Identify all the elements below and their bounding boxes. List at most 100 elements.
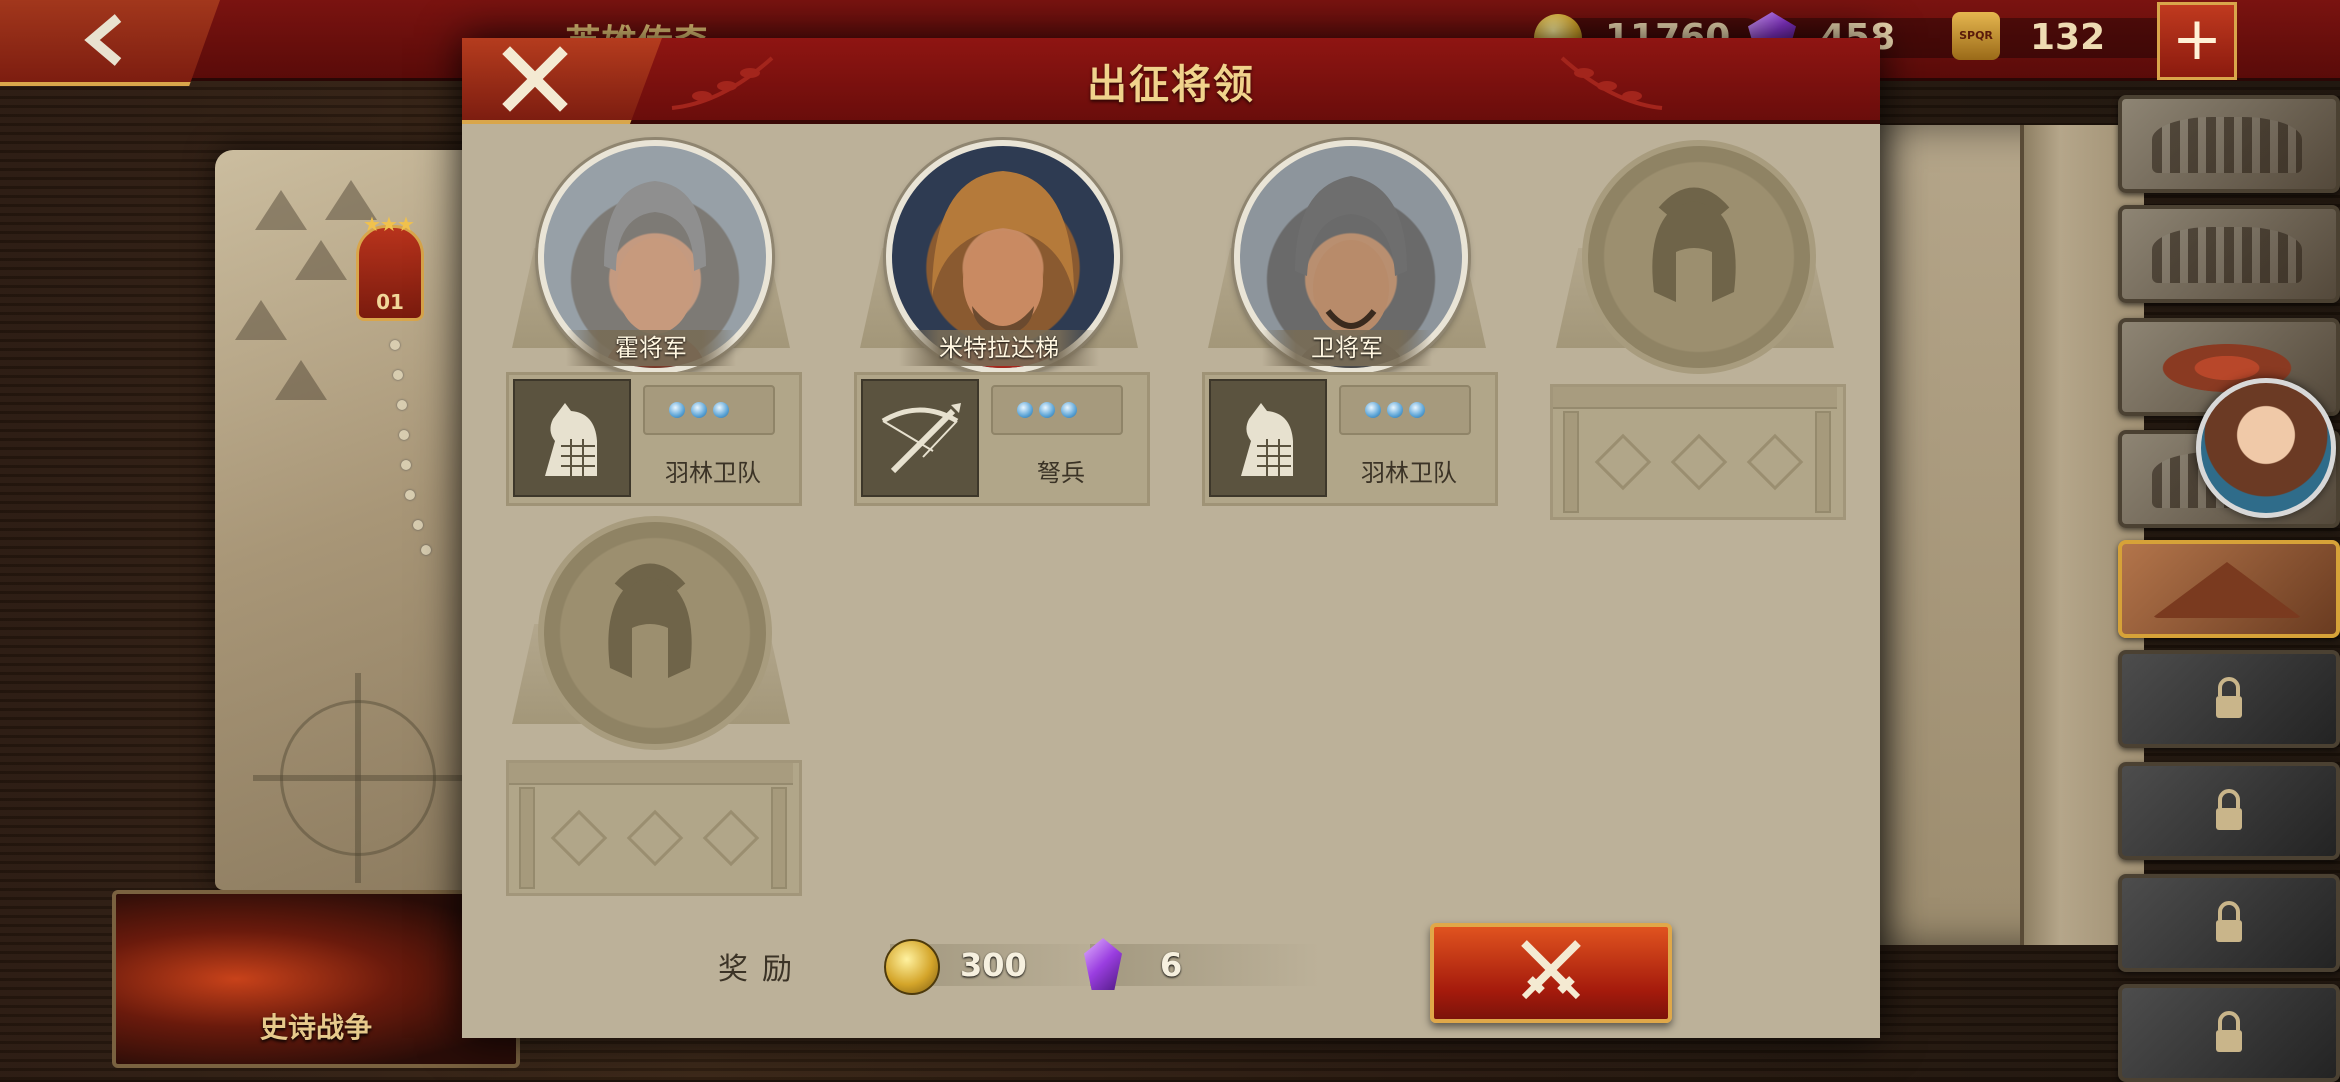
epic-war-button[interactable]: 史诗战争 (112, 890, 520, 1068)
epic-war-label: 史诗战争 (260, 1011, 373, 1044)
close-icon (502, 46, 568, 112)
unit-icon-frame (513, 379, 631, 497)
unit-rank (643, 385, 775, 435)
rank-dot (1365, 402, 1381, 418)
reward-label: 奖励 (718, 952, 806, 987)
hero-slot-1[interactable]: 霍将军 羽林卫队 (506, 140, 802, 520)
empty-portrait (1582, 140, 1816, 374)
rank-dot (669, 402, 685, 418)
unit-icon-frame (861, 379, 979, 497)
horse-icon (545, 403, 597, 476)
map-path-dot (421, 545, 431, 555)
rank-dot (1409, 402, 1425, 418)
stage-thumb-colosseum[interactable] (2118, 95, 2340, 193)
stage-thumb-locked-4[interactable] (2118, 984, 2340, 1082)
stage-thumb-locked-2[interactable] (2118, 762, 2340, 860)
stage-thumb-locked-1[interactable] (2118, 650, 2340, 748)
column-decor (1815, 411, 1831, 513)
unit-rank (991, 385, 1123, 435)
hero-slot-3[interactable]: 卫将军 羽林卫队 (1202, 140, 1498, 520)
diamond-decor (1594, 433, 1652, 491)
unit-card: 羽林卫队 (506, 372, 802, 506)
arrow-left-icon (84, 14, 122, 66)
dialog-header: 出征将领 (462, 38, 1880, 124)
unit-name: 羽林卫队 (1361, 459, 1457, 487)
assistant-avatar[interactable] (2196, 378, 2336, 518)
level-number: 01 (376, 290, 404, 314)
rank-dot (1061, 402, 1077, 418)
rank-dot (691, 402, 707, 418)
empty-hero-slot-4[interactable] (1550, 140, 1846, 520)
rank-dot (1387, 402, 1403, 418)
unit-name: 弩兵 (1037, 459, 1085, 487)
unit-name: 羽林卫队 (665, 459, 761, 487)
dialog-title: 出征将领 (1087, 61, 1255, 108)
diamond-decor (702, 809, 760, 867)
mountain-decor (275, 360, 327, 400)
star-icon: ★ (363, 212, 381, 236)
back-button[interactable] (0, 0, 220, 86)
star-icon: ★ (397, 212, 415, 236)
stage-thumb-locked-3[interactable] (2118, 874, 2340, 972)
map-path-dot (397, 400, 407, 410)
unit-card: 弩兵 (854, 372, 1150, 506)
close-button[interactable] (462, 38, 662, 124)
spartan-helmet-icon (608, 563, 692, 678)
colosseum-icon (2152, 117, 2302, 173)
map-path-dot (393, 370, 403, 380)
level-node-01[interactable]: ★ ★ ★ 01 (356, 212, 424, 321)
unit-card: 羽林卫队 (1202, 372, 1498, 506)
crossed-swords-icon (1521, 940, 1581, 1000)
mountain-decor (235, 300, 287, 340)
map-path-dot (401, 460, 411, 470)
pyramid-icon (2152, 562, 2302, 618)
gold-coin-icon (884, 939, 940, 995)
compass-rose (280, 673, 436, 883)
hero-name: 米特拉达梯 (899, 330, 1099, 366)
column-decor (519, 787, 535, 889)
empty-hero-slot-5[interactable] (506, 516, 802, 896)
lock-icon (2216, 677, 2242, 718)
diamond-decor (1746, 433, 1804, 491)
map-path-dot (390, 340, 400, 350)
crossbow-icon (881, 403, 961, 474)
empty-pedestal-base (1550, 384, 1846, 520)
spqr-amount: 132 (2030, 17, 2106, 58)
stage-thumb-aqueduct[interactable] (2118, 205, 2340, 303)
diamond-decor (550, 809, 608, 867)
rank-dot (1039, 402, 1055, 418)
empty-portrait (538, 516, 772, 750)
rank-dot (1017, 402, 1033, 418)
unit-icon-frame (1209, 379, 1327, 497)
aqueduct-icon (2152, 227, 2302, 283)
map-path-dot (405, 490, 415, 500)
column-decor (1563, 411, 1579, 513)
spqr-counter: 132 (1970, 18, 2180, 58)
reward-gems: 6 (1090, 944, 1320, 986)
empty-pedestal-base (506, 760, 802, 896)
hero-name: 霍将军 (566, 330, 736, 366)
unit-rank (1339, 385, 1471, 435)
map-path-dot (413, 520, 423, 530)
lock-icon (2216, 1011, 2242, 1052)
horse-icon (1241, 403, 1293, 476)
diamond-decor (626, 809, 684, 867)
reward-gold-amount: 300 (960, 946, 1027, 984)
rank-dot (713, 402, 729, 418)
diamond-decor (1670, 433, 1728, 491)
stage-thumb-pyramid-active[interactable] (2118, 540, 2340, 638)
spartan-helmet-icon (1652, 187, 1736, 302)
add-resource-button[interactable]: + (2157, 2, 2237, 80)
hero-slot-2[interactable]: 米特拉达梯 弩兵 (854, 140, 1150, 520)
hero-name: 卫将军 (1262, 330, 1432, 366)
lock-icon (2216, 789, 2242, 830)
spqr-emblem-icon: SPQR (1952, 12, 2000, 60)
mountain-decor (255, 190, 307, 230)
column-decor (771, 787, 787, 889)
mountain-decor (295, 240, 347, 280)
hero-deploy-dialog: 出征将领 霍将军 羽林卫队 米特拉达梯 弩兵 卫将军 羽林卫队 奖励 300 6 (462, 38, 1880, 1038)
reward-gem-amount: 6 (1160, 946, 1183, 984)
star-icon: ★ (380, 212, 398, 236)
plus-icon: + (2171, 4, 2223, 74)
start-battle-button[interactable] (1430, 923, 1672, 1023)
